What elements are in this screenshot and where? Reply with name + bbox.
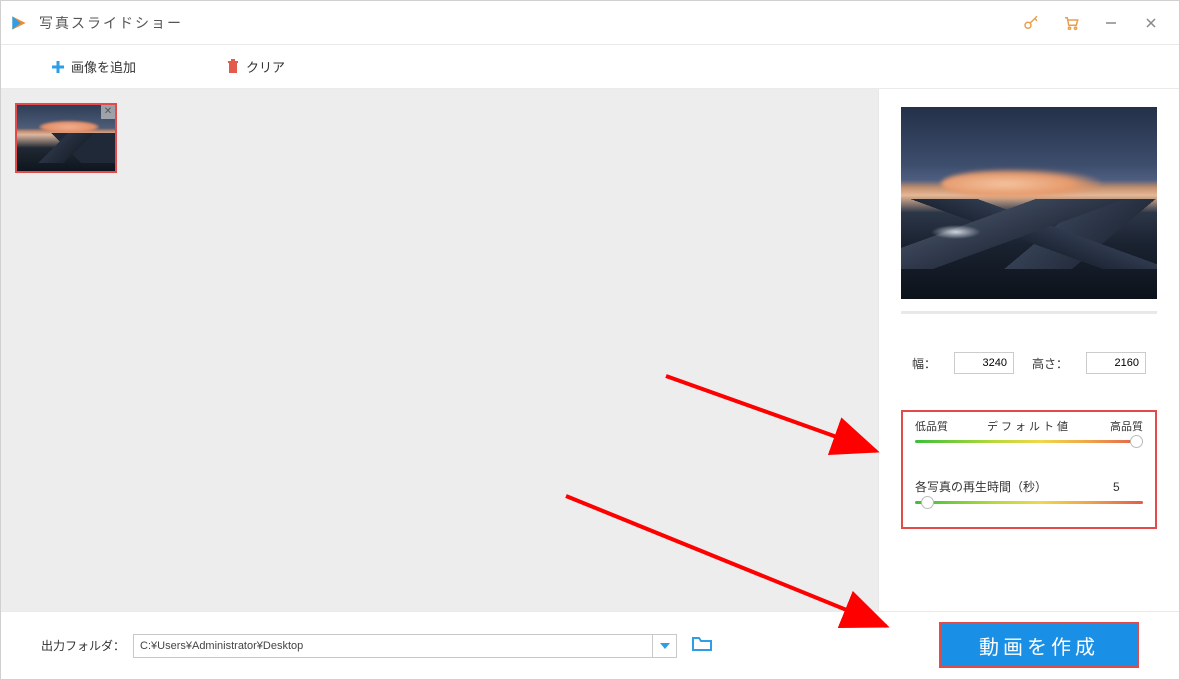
height-input[interactable] xyxy=(1086,352,1146,374)
titlebar: 写真スライドショー xyxy=(1,1,1179,45)
width-input[interactable] xyxy=(954,352,1014,374)
duration-slider[interactable] xyxy=(915,501,1143,511)
add-image-label: 画像を追加 xyxy=(71,57,136,76)
quality-slider-thumb[interactable] xyxy=(1130,435,1143,448)
preview-image xyxy=(901,107,1157,299)
duration-slider-thumb[interactable] xyxy=(921,496,934,509)
preview-progress[interactable] xyxy=(901,311,1157,314)
quality-low-label: 低品質 xyxy=(915,418,948,434)
add-image-button[interactable]: 画像を追加 xyxy=(51,57,136,76)
quality-slider[interactable] xyxy=(915,440,1143,450)
duration-label: 各写真の再生時間（秒） xyxy=(915,478,1047,495)
create-video-button[interactable]: 動画を作成 xyxy=(939,622,1139,668)
output-folder-label: 出力フォルダ： xyxy=(41,637,125,654)
output-folder-dropdown-icon[interactable] xyxy=(653,634,677,658)
close-icon[interactable] xyxy=(1131,1,1171,45)
dimensions-row: 幅： 高さ： xyxy=(901,352,1157,374)
footer: 出力フォルダ： 動画を作成 xyxy=(1,611,1179,679)
height-label: 高さ： xyxy=(1032,355,1068,372)
thumbnail-item[interactable]: ✕ xyxy=(15,103,117,173)
side-panel: 幅： 高さ： 低品質 デフォルト値 高品質 各写真の再生時間（秒） 5 xyxy=(879,89,1179,611)
toolbar: 画像を追加 クリア xyxy=(1,45,1179,89)
main-body: ✕ 幅： 高さ： 低品質 デフォルト値 高品質 xyxy=(1,89,1179,611)
app-title: 写真スライドショー xyxy=(39,13,183,33)
image-gallery: ✕ xyxy=(1,89,879,611)
cart-icon[interactable] xyxy=(1051,1,1091,45)
key-icon[interactable] xyxy=(1011,1,1051,45)
clear-button[interactable]: クリア xyxy=(226,57,285,76)
thumbnail-remove-icon[interactable]: ✕ xyxy=(101,105,115,119)
output-folder-input[interactable] xyxy=(133,634,653,658)
browse-folder-icon[interactable] xyxy=(691,635,713,656)
width-label: 幅： xyxy=(912,355,936,372)
trash-icon xyxy=(226,59,240,75)
plus-icon xyxy=(51,60,65,74)
clear-label: クリア xyxy=(246,57,285,76)
app-window: 写真スライドショー 画像を追加 クリア ✕ xyxy=(0,0,1180,680)
quality-box: 低品質 デフォルト値 高品質 各写真の再生時間（秒） 5 xyxy=(901,410,1157,529)
app-logo-icon xyxy=(9,13,29,33)
create-video-label: 動画を作成 xyxy=(979,631,1099,660)
quality-high-label: 高品質 xyxy=(1110,418,1143,434)
minimize-icon[interactable] xyxy=(1091,1,1131,45)
duration-value: 5 xyxy=(1113,480,1143,494)
quality-default-label: デフォルト値 xyxy=(948,418,1110,434)
